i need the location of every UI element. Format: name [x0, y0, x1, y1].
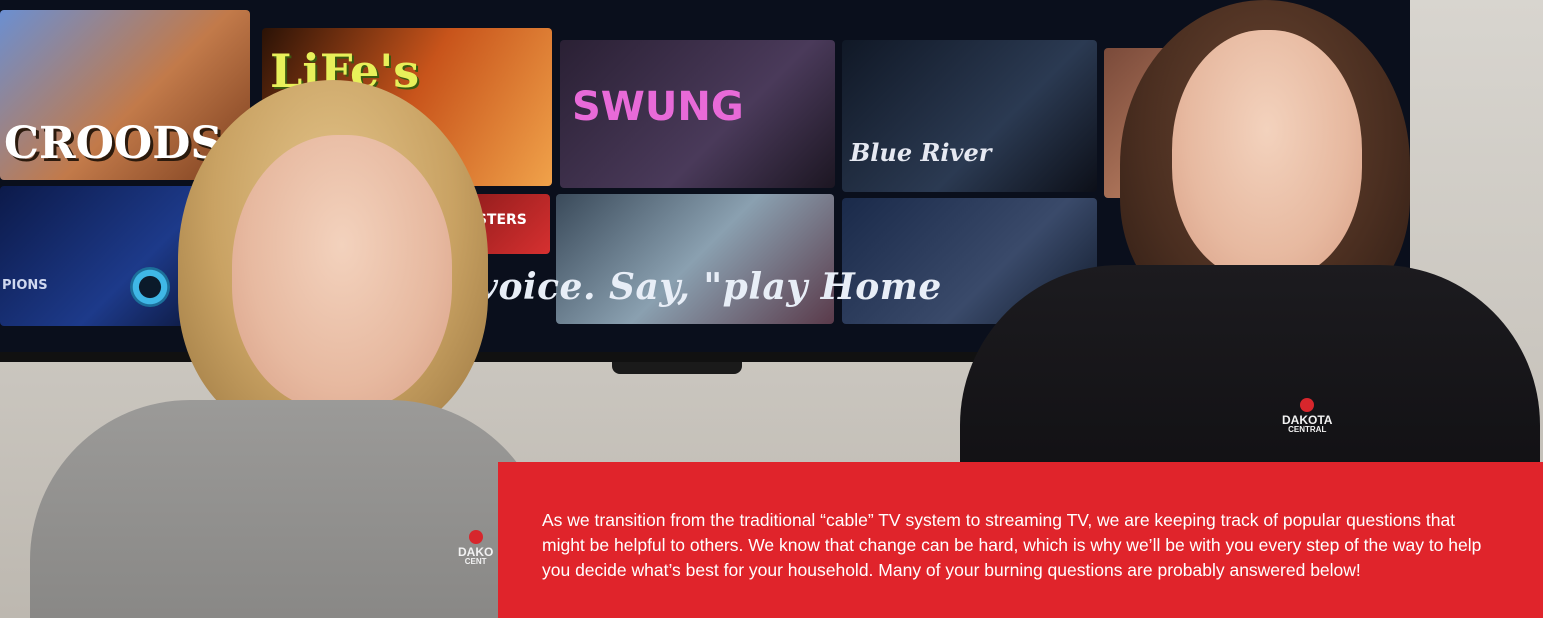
logo-right: DAKOTA CENTRAL: [1282, 398, 1332, 434]
logo-right-subtext: CENTRAL: [1288, 425, 1327, 434]
tile-swung-title: SWUNG: [572, 84, 744, 130]
tile-swung: SWUNG: [560, 40, 835, 188]
face-left: [232, 135, 452, 410]
sweater-left: [30, 400, 550, 618]
shirt-right: [960, 265, 1540, 495]
logo-left-icon: [468, 530, 483, 544]
logo-left-subtext: CENT: [464, 557, 487, 566]
hero-banner: CROODS LiFe's SWUNG Blue River PIONS AST…: [0, 0, 1543, 618]
intro-text: As we transition from the traditional “c…: [542, 510, 1482, 580]
logo-right-icon: [1300, 398, 1315, 412]
staff-member-left: DAKO CENT: [0, 0, 560, 618]
tv-bottom-bezel: [612, 362, 742, 374]
intro-card: As we transition from the traditional “c…: [498, 462, 1543, 618]
logo-left: DAKO CENT: [458, 530, 493, 566]
face-right: [1172, 30, 1362, 280]
staff-member-right: DAKOTA CENTRAL: [950, 0, 1543, 495]
